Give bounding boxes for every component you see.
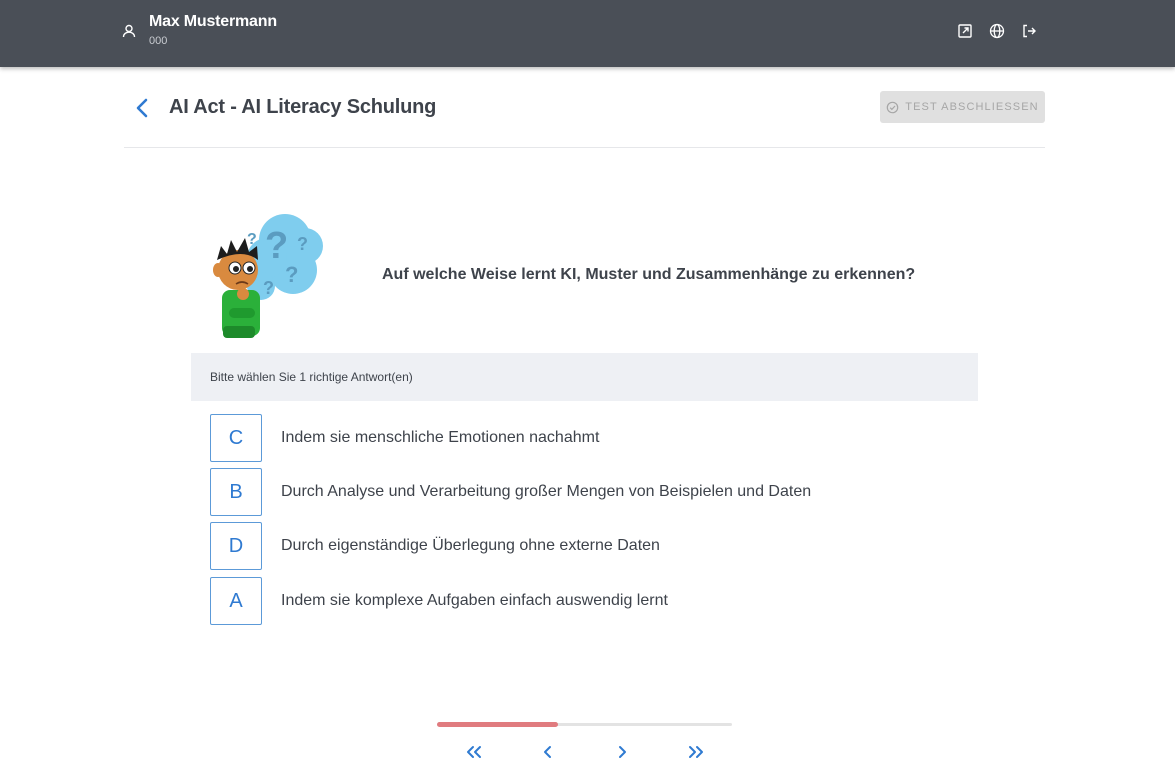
- back-arrow-icon[interactable]: [131, 96, 153, 120]
- answer-letter[interactable]: B: [210, 468, 262, 516]
- thinking-person-illustration: ? ? ? ? ?: [205, 208, 330, 343]
- question-text: Auf welche Weise lernt KI, Muster und Zu…: [382, 266, 916, 283]
- finish-test-button[interactable]: TEST ABSCHLIESSEN: [880, 91, 1045, 123]
- logout-icon[interactable]: [1020, 22, 1038, 40]
- open-external-icon[interactable]: [956, 22, 974, 40]
- header-divider: [124, 147, 1045, 148]
- progress-bar: [437, 722, 732, 727]
- answer-letter[interactable]: D: [210, 522, 262, 570]
- instruction-box: Bitte wählen Sie 1 richtige Antwort(en): [191, 353, 978, 401]
- user-icon: [121, 23, 137, 39]
- answer-letter[interactable]: C: [210, 414, 262, 462]
- svg-text:?: ?: [263, 278, 274, 298]
- answer-text: Indem sie komplexe Aufgaben einfach ausw…: [281, 592, 668, 609]
- next-icon[interactable]: [613, 744, 631, 760]
- last-page-icon[interactable]: [687, 744, 705, 760]
- answer-option[interactable]: C Indem sie menschliche Emotionen nachah…: [210, 414, 910, 462]
- svg-text:?: ?: [297, 234, 308, 254]
- user-name: Max Mustermann: [149, 13, 277, 30]
- progress-fill: [437, 722, 558, 727]
- answer-text: Indem sie menschliche Emotionen nachahmt: [281, 429, 600, 446]
- answer-text: Durch Analyse und Verarbeitung großer Me…: [281, 483, 812, 500]
- answer-option[interactable]: B Durch Analyse und Verarbeitung großer …: [210, 468, 910, 516]
- svg-text:?: ?: [247, 231, 257, 248]
- answer-option[interactable]: A Indem sie komplexe Aufgaben einfach au…: [210, 577, 910, 625]
- user-id: 000: [149, 35, 168, 47]
- page-title: AI Act - AI Literacy Schulung: [169, 96, 437, 118]
- check-circle-icon: [886, 101, 899, 113]
- instruction-text: Bitte wählen Sie 1 richtige Antwort(en): [210, 370, 413, 384]
- first-page-icon[interactable]: [465, 744, 483, 760]
- svg-text:?: ?: [265, 225, 288, 267]
- globe-icon[interactable]: [988, 22, 1006, 40]
- answer-letter[interactable]: A: [210, 577, 262, 625]
- answer-text: Durch eigenständige Überlegung ohne exte…: [281, 537, 660, 554]
- top-bar: Max Mustermann 000: [0, 0, 1175, 67]
- answer-option[interactable]: D Durch eigenständige Überlegung ohne ex…: [210, 522, 910, 570]
- previous-icon[interactable]: [539, 744, 557, 760]
- svg-text:?: ?: [285, 262, 298, 287]
- finish-test-label: TEST ABSCHLIESSEN: [905, 101, 1039, 113]
